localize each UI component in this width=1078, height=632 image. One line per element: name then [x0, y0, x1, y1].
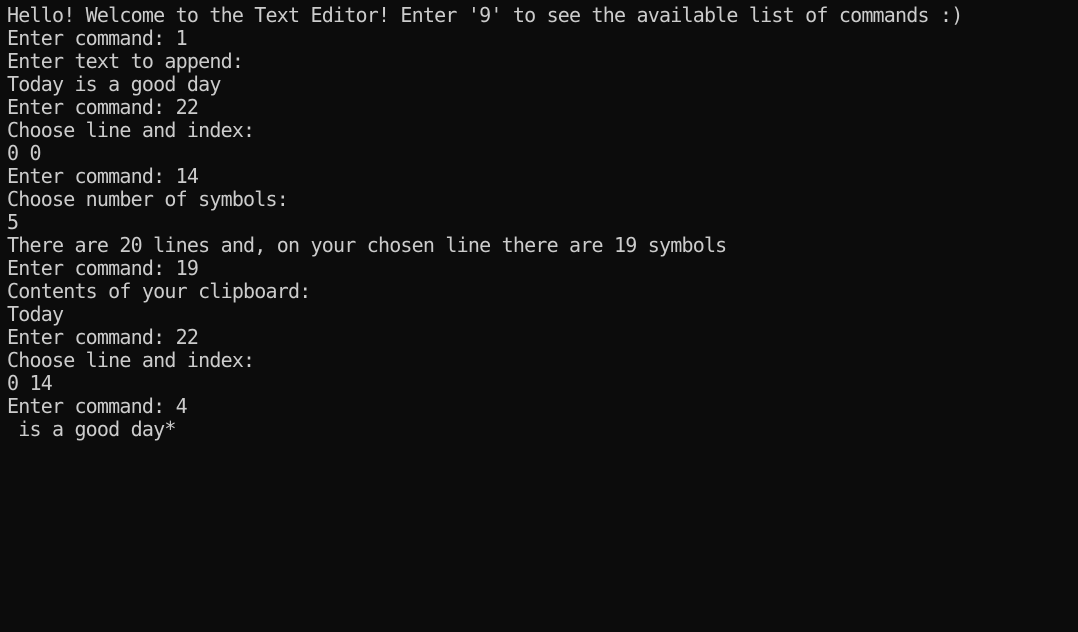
console-line-output-text: is a good day*: [7, 417, 176, 441]
console-line-line-index-prompt: Choose line and index:: [7, 348, 255, 372]
console-output[interactable]: Hello! Welcome to the Text Editor! Enter…: [0, 0, 1078, 632]
console-line-user-input: 0 0: [7, 141, 42, 165]
console-line-command-prompt: Enter command: 22: [7, 95, 199, 119]
console-line-command-prompt: Enter command: 14: [7, 164, 199, 188]
console-line-symbols-prompt: Choose number of symbols:: [7, 187, 289, 211]
console-line-user-input: 0 14: [7, 371, 53, 395]
console-line-clipboard-heading: Contents of your clipboard:: [7, 279, 311, 303]
console-line-line-index-prompt: Choose line and index:: [7, 118, 255, 142]
console-line-user-input: Today is a good day: [7, 72, 221, 96]
console-line-welcome: Hello! Welcome to the Text Editor! Enter…: [7, 3, 963, 27]
console-line-info-message: There are 20 lines and, on your chosen l…: [7, 233, 727, 257]
console-line-command-prompt: Enter command: 4: [7, 394, 188, 418]
console-line-command-prompt: Enter command: 1: [7, 26, 188, 50]
console-line-user-input: 5: [7, 210, 19, 234]
console-line-command-prompt: Enter command: 19: [7, 256, 199, 280]
console-line-clipboard-content: Today: [7, 302, 64, 326]
console-line-append-prompt: Enter text to append:: [7, 49, 244, 73]
console-line-command-prompt: Enter command: 22: [7, 325, 199, 349]
